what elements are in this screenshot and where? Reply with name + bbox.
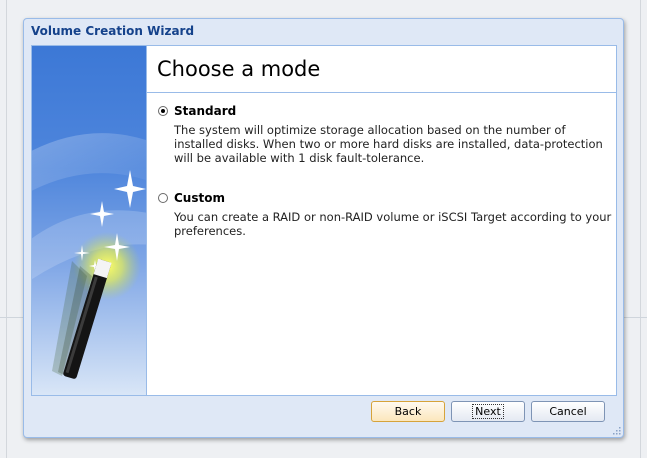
standard-label[interactable]: Standard — [174, 104, 236, 118]
back-button[interactable]: Back — [371, 401, 445, 422]
window-title: Volume Creation Wizard — [31, 24, 195, 38]
background-divider — [640, 0, 641, 458]
cancel-button-label: Cancel — [549, 405, 587, 418]
wizard-side-image — [32, 46, 147, 395]
page-title: Choose a mode — [157, 57, 321, 81]
back-button-label: Back — [394, 405, 422, 418]
background-divider — [623, 317, 647, 318]
cancel-button[interactable]: Cancel — [531, 401, 605, 422]
page-header: Choose a mode — [147, 46, 616, 93]
standard-radio[interactable] — [158, 106, 168, 116]
wizard-window: Volume Creation Wizard Choose a mode Sta… — [23, 18, 624, 438]
custom-description: You can create a RAID or non-RAID volume… — [174, 210, 612, 238]
custom-radio[interactable] — [158, 193, 168, 203]
background-divider — [0, 317, 23, 318]
wizard-body: Choose a mode Standard The system will o… — [31, 45, 617, 396]
wizard-content: Choose a mode Standard The system will o… — [147, 46, 616, 395]
custom-label[interactable]: Custom — [174, 191, 225, 205]
resize-grip-icon[interactable] — [611, 425, 621, 435]
next-button-label: Next — [472, 404, 504, 419]
magic-wand-icon — [32, 133, 146, 379]
next-button[interactable]: Next — [451, 401, 525, 422]
standard-description: The system will optimize storage allocat… — [174, 123, 603, 165]
background-divider — [6, 0, 7, 458]
